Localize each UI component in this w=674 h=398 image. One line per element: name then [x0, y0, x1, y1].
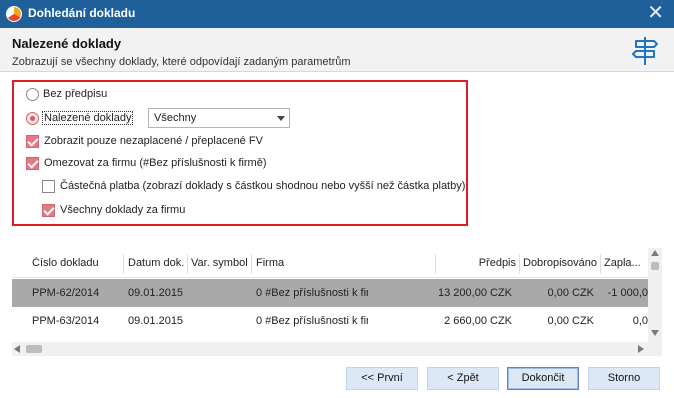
check-all-documents-label: Všechny doklady za firmu [60, 204, 186, 216]
finish-button[interactable]: Dokončit [507, 367, 579, 390]
document-type-select[interactable]: Všechny [148, 108, 290, 128]
column-header-number[interactable]: Číslo dokladu [32, 257, 122, 271]
column-header-credited[interactable]: Dobropisováno [523, 257, 599, 271]
check-partial-payment-box[interactable] [42, 179, 55, 193]
check-all-documents-box[interactable] [42, 203, 55, 217]
page-subtitle: Zobrazují se všechny doklady, které odpo… [12, 56, 351, 68]
cell-var-symbol [191, 287, 249, 301]
check-partial-payment-label: Částečná platba (zobrazí doklady s částk… [60, 180, 466, 192]
column-separator[interactable] [435, 254, 436, 274]
vertical-scroll-thumb[interactable] [651, 262, 659, 270]
vertical-scrollbar[interactable] [648, 248, 662, 342]
document-type-select-value: Všechny [154, 112, 197, 124]
column-separator[interactable] [123, 254, 124, 274]
scroll-up-icon[interactable] [651, 250, 659, 256]
table-row[interactable]: PPM-62/2014 09.01.2015 0 #Bez příslušnos… [12, 279, 648, 307]
check-unpaid-only-label: Zobrazit pouze nezaplacené / přeplacené … [44, 135, 263, 147]
cell-prescription: 2 660,00 CZK [444, 315, 512, 327]
check-limit-company-label: Omezovat za firmu (#Bez příslušnosti k f… [44, 157, 267, 169]
column-header-paid[interactable]: Zapla... [604, 257, 646, 271]
page-title: Nalezené doklady [12, 36, 122, 51]
cell-date: 09.01.2015 [128, 315, 184, 327]
cell-var-symbol [191, 315, 249, 329]
column-header-prescription[interactable]: Předpis [440, 257, 516, 271]
column-header-firm[interactable]: Firma [256, 257, 426, 271]
cell-firm: 0 #Bez příslušnosti k fir [256, 287, 368, 299]
scroll-left-icon[interactable] [14, 345, 20, 353]
cancel-button[interactable]: Storno [588, 367, 660, 390]
column-separator[interactable] [187, 254, 188, 274]
check-all-documents[interactable]: Všechny doklady za firmu [42, 202, 185, 218]
radio-no-prescription-button[interactable] [26, 87, 39, 101]
chevron-down-icon[interactable] [277, 116, 285, 121]
window-title: Dohledání dokladu [28, 6, 136, 20]
dialog-header: Nalezené doklady Zobrazují se všechny do… [0, 28, 674, 72]
check-partial-payment[interactable]: Částečná platba (zobrazí doklady s částk… [42, 178, 465, 194]
column-separator[interactable] [251, 254, 252, 274]
cell-credited: 0,00 CZK [547, 287, 594, 299]
app-logo-icon [6, 6, 22, 22]
table-header: Číslo dokladu Datum dok. Var. symbol Fir… [12, 248, 648, 278]
scrollbar-corner [648, 342, 662, 356]
cell-firm: 0 #Bez příslušnosti k fir [256, 315, 368, 327]
close-icon[interactable]: ✕ [647, 2, 664, 24]
cell-credited: 0,00 CZK [547, 315, 594, 327]
radio-no-prescription[interactable]: Bez předpisu [26, 86, 107, 102]
dialog-footer: << První < Zpět Dokončit Storno [0, 358, 674, 398]
scroll-down-icon[interactable] [651, 330, 659, 336]
check-unpaid-only[interactable]: Zobrazit pouze nezaplacené / přeplacené … [26, 133, 263, 149]
back-button[interactable]: < Zpět [427, 367, 499, 390]
check-unpaid-only-box[interactable] [26, 134, 39, 148]
column-separator[interactable] [519, 254, 520, 274]
column-header-var-symbol[interactable]: Var. symbol [191, 257, 249, 271]
cell-number: PPM-62/2014 [32, 287, 100, 299]
scroll-right-icon[interactable] [638, 345, 644, 353]
radio-found-documents-button[interactable] [26, 111, 39, 125]
check-limit-company-box[interactable] [26, 156, 39, 170]
check-limit-company[interactable]: Omezovat za firmu (#Bez příslušnosti k f… [26, 155, 267, 171]
horizontal-scroll-thumb[interactable] [26, 345, 42, 353]
documents-table: Číslo dokladu Datum dok. Var. symbol Fir… [12, 248, 662, 356]
first-button[interactable]: << První [346, 367, 418, 390]
table-row[interactable]: PPM-63/2014 09.01.2015 0 #Bez příslušnos… [12, 307, 648, 335]
cell-paid: 0,0 [632, 315, 648, 327]
radio-found-documents[interactable]: Nalezené doklady [26, 110, 134, 126]
radio-no-prescription-label: Bez předpisu [43, 88, 108, 100]
radio-found-documents-label: Nalezené doklady [41, 111, 134, 125]
cell-number: PPM-63/2014 [32, 315, 100, 327]
title-bar: Dohledání dokladu ✕ [0, 0, 674, 28]
cell-date: 09.01.2015 [128, 287, 184, 299]
horizontal-scrollbar[interactable] [12, 342, 648, 356]
cell-prescription: 13 200,00 CZK [438, 287, 512, 299]
column-separator[interactable] [600, 254, 601, 274]
cell-paid: -1 000,0 [607, 287, 648, 299]
filter-panel: Bez předpisu Nalezené doklady Všechny Zo… [12, 80, 468, 226]
signpost-icon [632, 37, 658, 65]
column-header-date[interactable]: Datum dok. [128, 257, 186, 271]
